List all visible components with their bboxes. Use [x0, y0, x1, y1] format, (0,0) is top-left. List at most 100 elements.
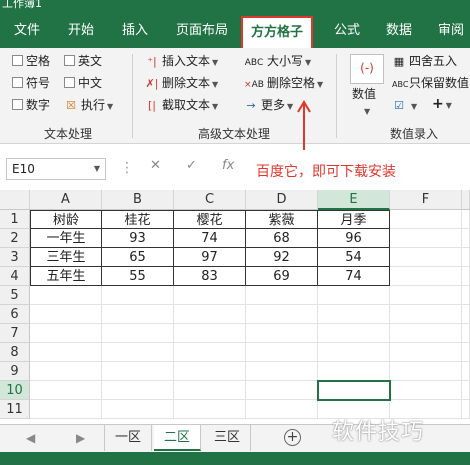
- execute-button[interactable]: ☒ 执行 ▼: [64, 97, 113, 115]
- numeric-button[interactable]: 数值: [352, 86, 376, 102]
- empty-cell[interactable]: [462, 210, 470, 229]
- empty-cell[interactable]: [174, 305, 246, 324]
- delete-text-button[interactable]: ✗| 删除文本 ▼: [145, 75, 219, 93]
- row-header[interactable]: 8: [0, 343, 30, 362]
- empty-cell[interactable]: [246, 343, 318, 362]
- insert-text-button[interactable]: ⁺| 插入文本 ▼: [145, 53, 218, 71]
- column-header[interactable]: A: [30, 190, 102, 210]
- plus-button[interactable]: + ▼: [432, 96, 452, 114]
- row-header[interactable]: 9: [0, 362, 30, 381]
- format-button[interactable]: ☑ ▼: [392, 97, 417, 115]
- case-button[interactable]: ABC 大小写 ▼: [244, 53, 311, 71]
- table-cell[interactable]: 樱花: [174, 210, 246, 229]
- table-cell[interactable]: 93: [102, 229, 174, 248]
- tab-fangfang-gezi[interactable]: 方方格子: [241, 16, 314, 48]
- empty-cell[interactable]: [318, 305, 390, 324]
- empty-cell[interactable]: [390, 305, 462, 324]
- confirm-button[interactable]: ✓: [186, 158, 197, 173]
- tab-page-layout[interactable]: 页面布局: [176, 22, 228, 48]
- empty-cell[interactable]: [318, 324, 390, 343]
- check-space[interactable]: 空格: [12, 53, 50, 69]
- tab-data[interactable]: 数据: [386, 22, 412, 48]
- table-cell[interactable]: 68: [246, 229, 318, 248]
- table-cell[interactable]: 54: [318, 248, 390, 267]
- empty-cell[interactable]: [102, 362, 174, 381]
- table-cell[interactable]: 69: [246, 267, 318, 286]
- empty-cell[interactable]: [390, 286, 462, 305]
- empty-cell[interactable]: [318, 362, 390, 381]
- empty-cell[interactable]: [462, 381, 470, 400]
- table-cell[interactable]: 65: [102, 248, 174, 267]
- empty-cell[interactable]: [102, 286, 174, 305]
- table-cell[interactable]: 一年生: [30, 229, 102, 248]
- row-header[interactable]: 7: [0, 324, 30, 343]
- table-cell[interactable]: 月季: [318, 210, 390, 229]
- tab-insert[interactable]: 插入: [122, 22, 148, 48]
- insert-function-button[interactable]: fx: [222, 158, 234, 173]
- empty-cell[interactable]: [246, 381, 318, 400]
- column-header[interactable]: [462, 190, 470, 210]
- sheet-tab[interactable]: 一区: [104, 425, 153, 451]
- empty-cell[interactable]: [30, 400, 102, 419]
- empty-cell[interactable]: [462, 248, 470, 267]
- empty-cell[interactable]: [390, 267, 462, 286]
- empty-cell[interactable]: [30, 286, 102, 305]
- empty-cell[interactable]: [102, 381, 174, 400]
- row-header[interactable]: 6: [0, 305, 30, 324]
- delete-space-button[interactable]: ×AB 删除空格 ▼: [244, 75, 323, 93]
- prev-sheet-icon[interactable]: ◀: [26, 431, 35, 445]
- empty-cell[interactable]: [462, 305, 470, 324]
- empty-cell[interactable]: [174, 343, 246, 362]
- table-cell[interactable]: 74: [318, 267, 390, 286]
- check-number[interactable]: 数字: [12, 97, 50, 113]
- check-chinese[interactable]: 中文: [64, 75, 102, 91]
- empty-cell[interactable]: [462, 324, 470, 343]
- table-cell[interactable]: 树龄: [30, 210, 102, 229]
- empty-cell[interactable]: [174, 286, 246, 305]
- empty-cell[interactable]: [462, 229, 470, 248]
- empty-cell[interactable]: [390, 229, 462, 248]
- tab-file[interactable]: 文件: [14, 22, 40, 48]
- empty-cell[interactable]: [174, 362, 246, 381]
- column-header[interactable]: F: [390, 190, 462, 210]
- empty-cell[interactable]: [30, 381, 102, 400]
- tab-home[interactable]: 开始: [68, 22, 94, 48]
- empty-cell[interactable]: [462, 362, 470, 381]
- column-header[interactable]: B: [102, 190, 174, 210]
- row-header[interactable]: 11: [0, 400, 30, 419]
- empty-cell[interactable]: [246, 305, 318, 324]
- table-cell[interactable]: 紫薇: [246, 210, 318, 229]
- row-header[interactable]: 1: [0, 210, 30, 229]
- column-header[interactable]: E: [318, 190, 390, 210]
- select-all-corner[interactable]: [0, 190, 30, 210]
- table-cell[interactable]: 74: [174, 229, 246, 248]
- empty-cell[interactable]: [102, 343, 174, 362]
- round-button[interactable]: ▦ 四舍五入: [392, 53, 457, 70]
- empty-cell[interactable]: [462, 400, 470, 419]
- table-cell[interactable]: 83: [174, 267, 246, 286]
- empty-cell[interactable]: [246, 400, 318, 419]
- empty-cell[interactable]: [390, 210, 462, 229]
- empty-cell[interactable]: [462, 286, 470, 305]
- empty-cell[interactable]: [390, 324, 462, 343]
- empty-cell[interactable]: [246, 324, 318, 343]
- empty-cell[interactable]: [30, 362, 102, 381]
- row-header[interactable]: 3: [0, 248, 30, 267]
- empty-cell[interactable]: [174, 381, 246, 400]
- empty-cell[interactable]: [390, 362, 462, 381]
- empty-cell[interactable]: [174, 400, 246, 419]
- table-cell[interactable]: 55: [102, 267, 174, 286]
- empty-cell[interactable]: [102, 305, 174, 324]
- row-header[interactable]: 5: [0, 286, 30, 305]
- next-sheet-icon[interactable]: ▶: [76, 431, 85, 445]
- empty-cell[interactable]: [174, 324, 246, 343]
- more-button[interactable]: → 更多 ▼: [244, 97, 293, 115]
- empty-cell[interactable]: [318, 286, 390, 305]
- cancel-button[interactable]: ✕: [150, 158, 161, 173]
- empty-cell[interactable]: [390, 248, 462, 267]
- empty-cell[interactable]: [246, 286, 318, 305]
- active-cell[interactable]: [317, 380, 391, 401]
- empty-cell[interactable]: [30, 324, 102, 343]
- table-cell[interactable]: 96: [318, 229, 390, 248]
- empty-cell[interactable]: [462, 343, 470, 362]
